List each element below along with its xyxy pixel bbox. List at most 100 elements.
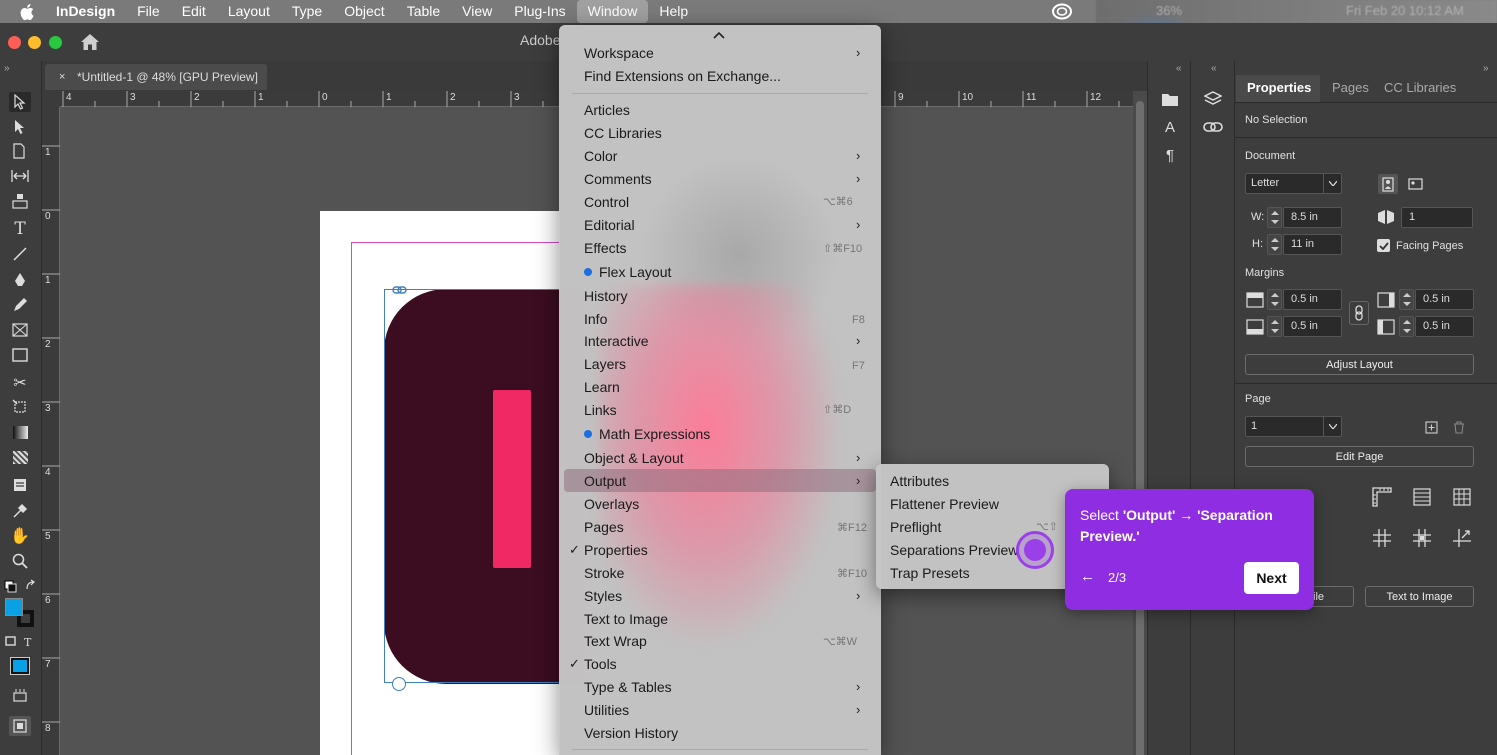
menu-app-name[interactable]: InDesign xyxy=(56,0,126,23)
pages-panel-icon[interactable] xyxy=(1159,89,1181,109)
menu-item-layers[interactable]: Layers xyxy=(584,356,626,372)
collapse-strip-icon[interactable]: « xyxy=(1176,63,1182,74)
hotspot-dot[interactable] xyxy=(1024,539,1046,561)
vertical-ruler[interactable]: 1 0 1 2 3 4 5 6 7 8 xyxy=(42,107,60,755)
menu-item-version-history[interactable]: Version History xyxy=(584,725,678,741)
document-grid-icon[interactable] xyxy=(1451,486,1473,508)
menu-item-editorial[interactable]: Editorial xyxy=(584,217,635,233)
formatting-affects-container-icon[interactable]: T xyxy=(4,631,38,651)
menu-item-overlays[interactable]: Overlays xyxy=(584,496,639,512)
apple-icon[interactable] xyxy=(18,2,38,22)
gradient-swatch-tool-icon[interactable] xyxy=(9,422,31,442)
close-window-button[interactable] xyxy=(8,36,21,49)
selection-tool-icon[interactable] xyxy=(9,92,31,112)
menu-item-effects[interactable]: Effects xyxy=(584,240,627,256)
graphic-frame[interactable] xyxy=(384,289,560,683)
gradient-feather-tool-icon[interactable] xyxy=(9,447,31,467)
width-stepper[interactable] xyxy=(1267,207,1282,228)
apply-color-icon[interactable] xyxy=(9,656,31,676)
guides-icon[interactable] xyxy=(1371,527,1393,549)
rulers-icon[interactable] xyxy=(1371,486,1393,508)
menu-item-control[interactable]: Control xyxy=(584,194,629,210)
back-arrow-icon[interactable]: ← xyxy=(1080,568,1095,585)
links-icon[interactable] xyxy=(1202,117,1224,137)
maximize-window-button[interactable] xyxy=(49,36,62,49)
type-tool-icon[interactable]: T xyxy=(9,219,31,239)
menu-item-stroke[interactable]: Stroke xyxy=(584,565,624,581)
edit-page-button[interactable]: Edit Page xyxy=(1245,446,1474,467)
rectangle-tool-icon[interactable] xyxy=(9,345,31,365)
menu-item-find-extensions[interactable]: Find Extensions on Exchange... xyxy=(584,68,781,84)
direct-selection-tool-icon[interactable] xyxy=(9,117,31,137)
submenu-item-preflight[interactable]: Preflight xyxy=(890,519,941,535)
submenu-item-separations-preview[interactable]: Separations Preview xyxy=(890,542,1018,558)
number-of-pages-field[interactable]: 1 xyxy=(1401,207,1473,228)
menu-item-articles[interactable]: Articles xyxy=(584,102,630,118)
page-select-dropdown[interactable]: 1 xyxy=(1245,416,1342,437)
default-colors-icon[interactable] xyxy=(3,576,37,596)
tab-properties[interactable]: Properties xyxy=(1247,80,1311,95)
menu-file[interactable]: File xyxy=(126,0,171,23)
menu-view[interactable]: View xyxy=(451,0,503,23)
menu-item-properties[interactable]: Properties xyxy=(584,542,648,558)
add-page-icon[interactable] xyxy=(1421,417,1441,437)
menu-item-history[interactable]: History xyxy=(584,288,628,304)
menu-item-output[interactable]: Output xyxy=(584,473,626,489)
margin-left-stepper[interactable] xyxy=(1399,289,1414,310)
menu-plugins[interactable]: Plug-Ins xyxy=(503,0,576,23)
menu-item-styles[interactable]: Styles xyxy=(584,588,622,604)
adjust-layout-button[interactable]: Adjust Layout xyxy=(1245,354,1474,375)
menu-item-comments[interactable]: Comments xyxy=(584,171,652,187)
menu-item-workspace[interactable]: Workspace xyxy=(584,45,654,61)
pen-tool-icon[interactable] xyxy=(9,270,31,290)
margin-right-field[interactable]: 0.5 in xyxy=(1415,316,1474,337)
margin-top-field[interactable]: 0.5 in xyxy=(1283,289,1342,310)
page-tool-icon[interactable] xyxy=(9,141,31,161)
margin-top-stepper[interactable] xyxy=(1267,289,1282,310)
submenu-item-flattener-preview[interactable]: Flattener Preview xyxy=(890,496,999,512)
screen-mode-icon[interactable] xyxy=(9,716,31,736)
margin-right-stepper[interactable] xyxy=(1399,316,1414,337)
free-transform-tool-icon[interactable] xyxy=(9,397,31,417)
ruler-origin[interactable] xyxy=(42,91,60,107)
link-icon[interactable] xyxy=(392,283,407,294)
layers-icon[interactable] xyxy=(1202,89,1224,109)
menu-item-interactive[interactable]: Interactive xyxy=(584,333,649,349)
tab-cc-libraries[interactable]: CC Libraries xyxy=(1384,80,1456,95)
collapse-tools-icon[interactable]: » xyxy=(4,63,10,74)
document-tab[interactable]: × *Untitled-1 @ 48% [GPU Preview] xyxy=(45,64,267,90)
height-stepper[interactable] xyxy=(1267,234,1282,255)
link-margins-icon[interactable] xyxy=(1349,301,1369,325)
menu-item-learn[interactable]: Learn xyxy=(584,379,620,395)
menu-item-color[interactable]: Color xyxy=(584,148,617,164)
text-to-image-button[interactable]: Text to Image xyxy=(1365,586,1474,607)
menu-item-text-to-image[interactable]: Text to Image xyxy=(584,611,668,627)
scroll-up-chevron-icon[interactable] xyxy=(712,28,726,39)
creative-cloud-icon[interactable] xyxy=(1052,3,1072,20)
portrait-orientation-icon[interactable] xyxy=(1378,174,1398,194)
line-tool-icon[interactable] xyxy=(9,244,31,264)
menu-type[interactable]: Type xyxy=(281,0,333,23)
smart-guides-icon[interactable] xyxy=(1411,527,1433,549)
hand-tool-icon[interactable]: ✋ xyxy=(9,526,31,546)
page-size-dropdown[interactable]: Letter xyxy=(1245,173,1342,194)
menu-item-utilities[interactable]: Utilities xyxy=(584,702,629,718)
submenu-item-trap-presets[interactable]: Trap Presets xyxy=(890,565,970,581)
view-mode-icon[interactable] xyxy=(9,685,31,705)
rectangle-frame-tool-icon[interactable] xyxy=(9,320,31,340)
menu-table[interactable]: Table xyxy=(396,0,451,23)
next-button[interactable]: Next xyxy=(1244,562,1299,594)
gap-tool-icon[interactable] xyxy=(9,166,31,186)
menu-item-math-expressions[interactable]: Math Expressions xyxy=(599,426,710,442)
height-field[interactable]: 11 in xyxy=(1283,234,1342,255)
delete-page-icon[interactable] xyxy=(1449,417,1469,437)
menu-item-cc-libraries[interactable]: CC Libraries xyxy=(584,125,662,141)
note-tool-icon[interactable] xyxy=(9,475,31,495)
menu-item-links[interactable]: Links xyxy=(584,402,617,418)
margin-bottom-stepper[interactable] xyxy=(1267,316,1282,337)
menu-item-tools[interactable]: Tools xyxy=(584,656,617,672)
vertical-scrollbar[interactable] xyxy=(1133,91,1147,755)
scissors-tool-icon[interactable]: ✂ xyxy=(9,373,31,393)
menu-layout[interactable]: Layout xyxy=(217,0,281,23)
menu-edit[interactable]: Edit xyxy=(171,0,217,23)
